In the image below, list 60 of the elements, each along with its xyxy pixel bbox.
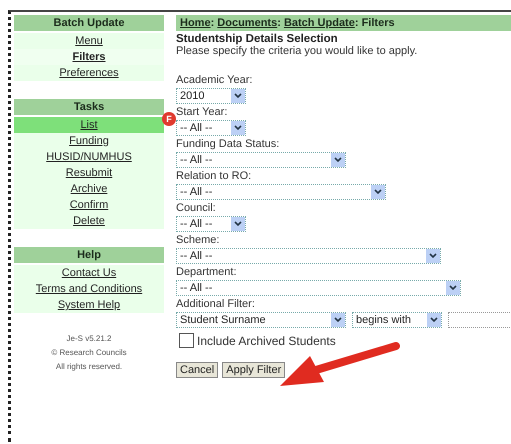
field-label: Funding Data Status: <box>176 137 280 152</box>
field-label: Scheme: <box>176 233 220 248</box>
breadcrumb-link[interactable]: Home <box>180 17 211 29</box>
breadcrumb-link[interactable]: Documents <box>217 17 278 29</box>
sidebar-link[interactable]: Menu <box>14 33 164 49</box>
caret-icon <box>446 281 460 295</box>
field-label: Department: <box>176 265 238 280</box>
sidebar-link[interactable]: HUSID/NUMHUS <box>14 149 164 165</box>
sidebar-link[interactable]: Preferences <box>14 65 164 81</box>
dropdown[interactable]: -- All -- <box>176 248 441 264</box>
caret-icon <box>331 153 345 167</box>
section-header: Tasks <box>14 99 164 115</box>
sidebar-link[interactable]: Terms and Conditions <box>14 281 164 297</box>
footer-text: Je-S v5.21.2 <box>66 333 112 345</box>
field-label: Start Year: <box>176 105 228 120</box>
dropdown[interactable]: 2010 <box>176 88 246 104</box>
sidebar-link[interactable]: Delete <box>14 213 164 229</box>
dropdown[interactable]: -- All -- <box>176 152 346 168</box>
breadcrumb-link[interactable]: Batch Update <box>284 17 355 29</box>
dropdown[interactable]: Student Surname <box>176 312 346 328</box>
dropdown[interactable]: -- All -- <box>176 120 246 136</box>
field-label: Relation to RO: <box>176 169 252 184</box>
input-field[interactable] <box>448 312 511 328</box>
caret-icon <box>426 249 440 263</box>
section-header: Batch Update <box>14 15 164 31</box>
caret-icon <box>427 313 441 327</box>
caret-icon <box>231 217 245 231</box>
sidebar-link[interactable]: Filters <box>14 49 164 65</box>
sidebar-link[interactable]: System Help <box>14 297 164 313</box>
dropdown[interactable]: -- All -- <box>176 184 386 200</box>
checkbox[interactable] <box>179 333 194 348</box>
dropdown[interactable]: -- All -- <box>176 280 461 296</box>
sidebar-link[interactable]: Funding <box>14 133 164 149</box>
footer-text: © Research Councils <box>50 347 128 359</box>
intro-text: Please specify the criteria you would like to apply. <box>176 45 418 57</box>
apply-button[interactable]: Apply Filter <box>222 362 286 378</box>
error-badge: F <box>162 112 176 126</box>
caret-icon <box>231 121 245 135</box>
dropdown[interactable]: -- All -- <box>176 216 246 232</box>
sidebar-link[interactable]: Contact Us <box>14 265 164 281</box>
breadcrumb-separator: : <box>277 17 281 29</box>
field-label: Academic Year: <box>176 73 254 88</box>
caret-icon <box>231 89 245 103</box>
checkbox-label: Include Archived Students <box>197 334 336 348</box>
caret-icon <box>331 313 345 327</box>
caret-icon <box>371 185 385 199</box>
cancel-button[interactable]: Cancel <box>176 362 218 378</box>
section-header: Help <box>14 247 164 263</box>
breadcrumb-separator: : <box>210 17 214 29</box>
field-label: Additional Filter: <box>176 297 256 312</box>
sidebar-link[interactable]: Confirm <box>14 197 164 213</box>
breadcrumb-separator: : <box>354 17 359 29</box>
sidebar-link[interactable]: List <box>14 117 164 133</box>
footer-text: All rights reserved. <box>54 361 124 373</box>
breadcrumb-current: Filters <box>362 17 395 29</box>
sidebar-link[interactable]: Archive <box>14 181 164 197</box>
dropdown[interactable]: begins with <box>352 312 442 328</box>
page-heading: Studentship Details Selection <box>176 33 339 45</box>
sidebar-link[interactable]: Resubmit <box>14 165 164 181</box>
field-label: Council: <box>176 201 217 216</box>
